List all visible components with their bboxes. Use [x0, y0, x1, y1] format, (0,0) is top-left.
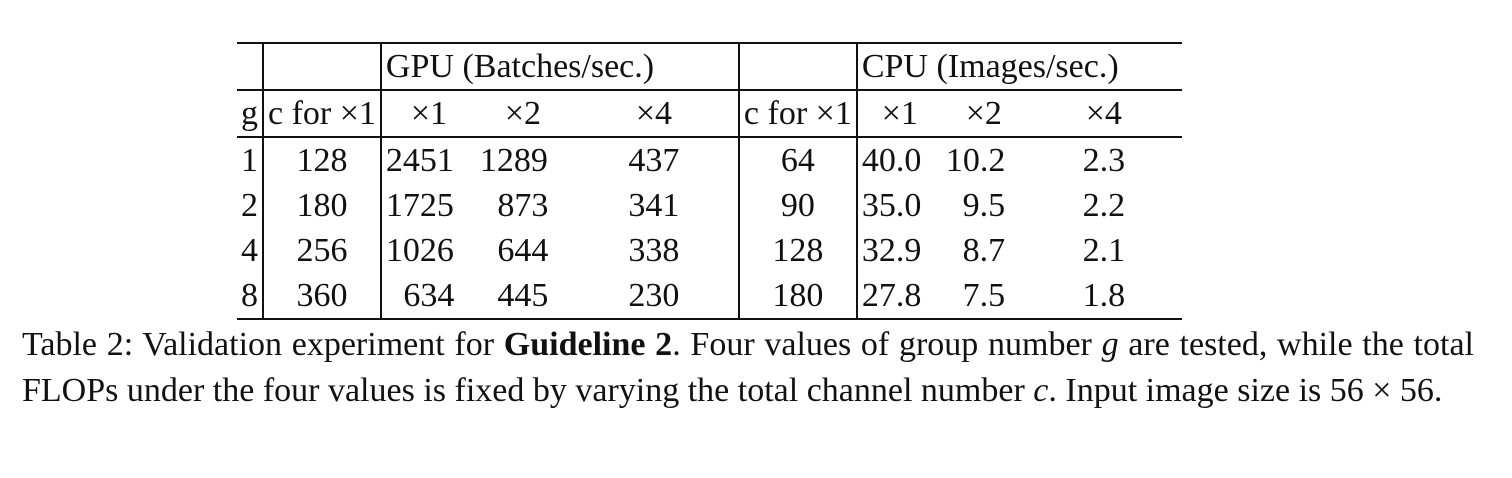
- cell-cpu-c: 180: [738, 273, 858, 320]
- cell-gpu-x4: 230: [569, 273, 740, 320]
- cell-gpu-x2: 873: [497, 187, 549, 224]
- cell-cpu-x4: 2.2: [1082, 187, 1126, 224]
- column-header-cpu-x1: ×1: [856, 90, 942, 138]
- cell-gpu-x2: 644: [497, 232, 549, 269]
- table-row: 8 360 634 445 230 180 27.8 7.5 1.8: [237, 273, 1182, 320]
- cell-cpu-x2: 7.5: [941, 273, 1026, 320]
- table-row: 2 180 1725 873 341 90 35.0 9.5 2.2: [237, 183, 1182, 228]
- table-caption: Table 2: Validation experiment for Guide…: [22, 322, 1474, 414]
- cell-g: 4: [237, 228, 264, 273]
- cell-cpu-x4: 1.8: [1025, 273, 1182, 320]
- cell-g: 1: [237, 137, 264, 183]
- column-header-cpu-x4: ×4: [1025, 90, 1182, 138]
- cell-cpu-c: 64: [738, 137, 858, 183]
- results-table: GPU (Batches/sec.) CPU (Images/sec.) g c…: [237, 42, 1182, 320]
- column-header-cpu-x2: ×2: [941, 90, 1026, 138]
- caption-var-g: g: [1101, 326, 1119, 363]
- cell-gpu-c: 180: [263, 183, 382, 228]
- table-row: 4 256 1026 644 338 128 32.9 8.7 2.1: [237, 228, 1182, 273]
- cell-gpu-x1: 1026: [385, 232, 454, 269]
- cell-cpu-x2: 10.2: [945, 142, 1006, 179]
- cell-gpu-x1: 2451: [385, 142, 454, 179]
- caption-var-c: c: [1033, 372, 1049, 409]
- column-header-gpu-x4: ×4: [569, 90, 740, 138]
- cell-g: 2: [237, 183, 264, 228]
- cell-g: 8: [237, 273, 264, 320]
- cell-gpu-x4: 437: [569, 137, 740, 183]
- cell-cpu-c: 90: [738, 183, 858, 228]
- cell-gpu-c: 256: [263, 228, 382, 273]
- table-row: 1 128 2451 1289 437 64 40.0 10.2 2.3: [237, 137, 1182, 183]
- cell-gpu-c: 360: [263, 273, 382, 320]
- results-table-container: GPU (Batches/sec.) CPU (Images/sec.) g c…: [237, 42, 1182, 320]
- header-cell-empty: [263, 42, 382, 91]
- caption-guideline-bold: Guideline 2: [503, 326, 673, 363]
- cell-gpu-x2: 1289: [479, 142, 548, 179]
- cell-gpu-x1: 1725: [385, 187, 454, 224]
- table-column-header-row: g c for ×1 ×1 ×2 ×4 c for ×1 ×1 ×2 ×4: [237, 90, 1182, 138]
- caption-text-1: . Four values of group number: [672, 326, 1102, 363]
- cell-gpu-x2: 445: [475, 273, 570, 320]
- cpu-group-header: CPU (Images/sec.): [856, 42, 1182, 91]
- cell-gpu-x4: 341: [569, 183, 740, 228]
- cell-cpu-x4: 2.3: [1082, 142, 1126, 179]
- cell-gpu-c: 128: [263, 137, 382, 183]
- cell-cpu-x2: 9.5: [962, 187, 1006, 224]
- caption-prefix: Table 2: Validation experiment for: [22, 326, 504, 363]
- gpu-group-header: GPU (Batches/sec.): [380, 42, 740, 91]
- column-header-g: g: [237, 90, 264, 138]
- column-header-gpu-c: c for ×1: [263, 90, 382, 138]
- header-cell-empty: [738, 42, 858, 91]
- caption-suffix: . Input image size is 56 × 56.: [1048, 372, 1443, 409]
- header-cell-empty: [237, 42, 264, 91]
- cell-cpu-c: 128: [738, 228, 858, 273]
- cell-gpu-x4: 338: [569, 228, 740, 273]
- cell-cpu-x1: 40.0: [861, 142, 922, 179]
- table-group-header-row: GPU (Batches/sec.) CPU (Images/sec.): [237, 42, 1182, 91]
- cell-cpu-x1: 32.9: [861, 232, 922, 269]
- cell-cpu-x1: 35.0: [861, 187, 922, 224]
- column-header-gpu-x2: ×2: [475, 90, 570, 138]
- cell-cpu-x4: 2.1: [1082, 232, 1126, 269]
- cell-cpu-x2: 8.7: [962, 232, 1006, 269]
- column-header-gpu-x1: ×1: [380, 90, 476, 138]
- cell-cpu-x1: 27.8: [856, 273, 942, 320]
- cell-gpu-x1: 634: [380, 273, 476, 320]
- column-header-cpu-c: c for ×1: [738, 90, 858, 138]
